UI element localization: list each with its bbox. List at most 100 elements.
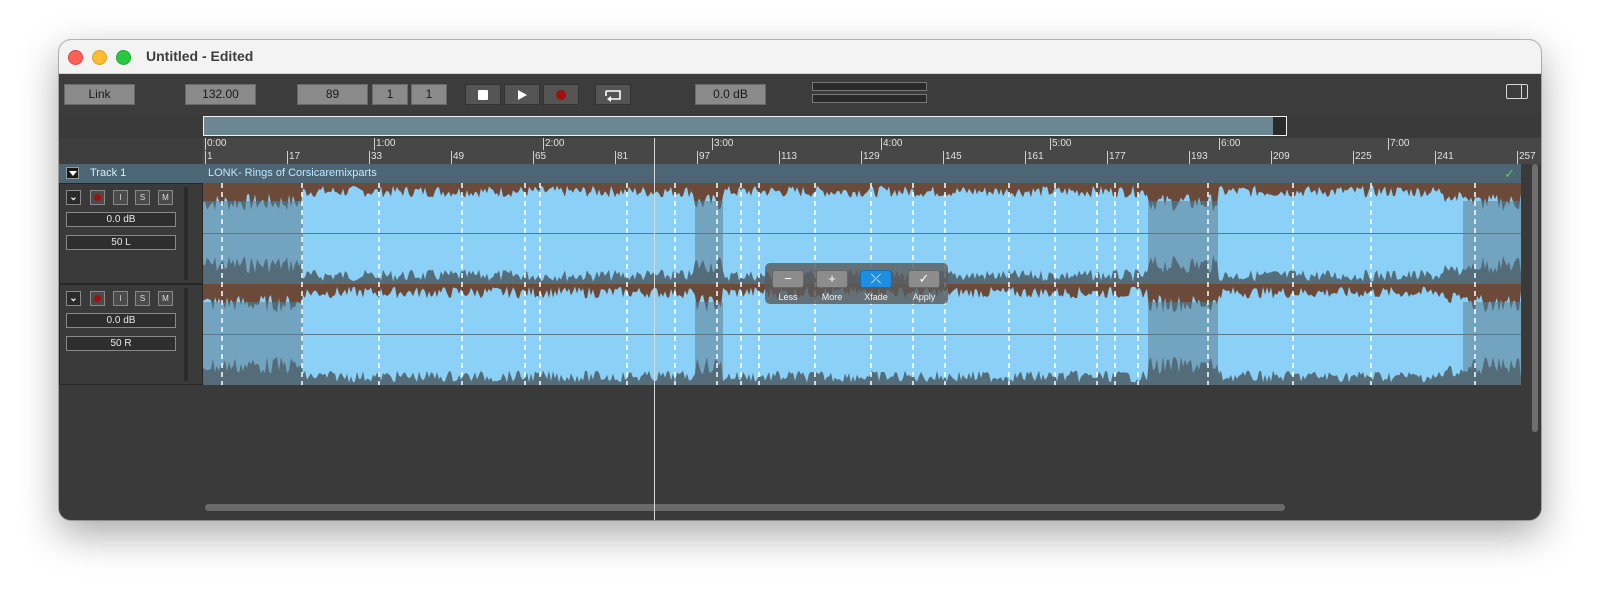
- empty-track-area: [59, 385, 1541, 520]
- input-monitor-button[interactable]: I: [113, 291, 128, 306]
- solo-button[interactable]: S: [135, 190, 150, 205]
- play-button[interactable]: [504, 84, 540, 105]
- channel-pan-field[interactable]: 50 R: [66, 336, 176, 351]
- loop-icon: [605, 90, 621, 102]
- track-name: Track 1: [90, 167, 127, 179]
- channel-strip-left: ⌄ I S M 0.0 dB 50 L: [59, 183, 203, 284]
- ruler-bar-tick: [615, 151, 616, 164]
- ruler-bar-label: 1: [207, 151, 213, 162]
- inspector-icon[interactable]: [1506, 84, 1528, 99]
- ruler-time-tick: [712, 138, 713, 150]
- ruler-time-tick: [374, 138, 375, 150]
- ruler-bar-tick: [1025, 151, 1026, 164]
- channel-menu-button[interactable]: ⌄: [66, 291, 81, 306]
- tempo-field[interactable]: 132.00: [185, 84, 256, 105]
- play-icon: [518, 90, 527, 100]
- ruler-bar-tick: [1107, 151, 1108, 164]
- ruler-bar-tick: [1435, 151, 1436, 164]
- transport-toolbar: Link 132.00 89 1 1 0.0 dB: [59, 74, 1541, 114]
- ruler-bar-tick: [1189, 151, 1190, 164]
- apply-button[interactable]: ✓: [908, 270, 940, 288]
- master-volume-field[interactable]: 0.0 dB: [695, 84, 766, 105]
- ruler-bar-tick: [451, 151, 452, 164]
- overview-visible-range[interactable]: [203, 116, 1287, 136]
- level-meter-left: [812, 82, 927, 91]
- position-bar-field[interactable]: 89: [297, 84, 368, 105]
- waveform-quiet-region: [695, 201, 723, 284]
- ruler-bar-label: 241: [1437, 151, 1454, 162]
- ruler-bar-label: 225: [1355, 151, 1372, 162]
- channel-pan-field[interactable]: 50 L: [66, 235, 176, 250]
- vertical-scrollbar[interactable]: [1532, 164, 1538, 432]
- ruler-time-tick: [1388, 138, 1389, 150]
- minus-icon: −: [784, 271, 792, 286]
- ruler-time-label: 3:00: [714, 138, 734, 149]
- timeline-ruler[interactable]: 0:00 1:00 2:00 3:00 4:00 5:00 6:00 7:00 1 17 33 49 6…: [203, 138, 1541, 164]
- channel-volume-field[interactable]: 0.0 dB: [66, 212, 176, 227]
- checkmark-icon: ✓: [918, 271, 930, 286]
- ruler-time-tick: [205, 138, 206, 150]
- track-collapse-icon[interactable]: [66, 167, 79, 179]
- maximize-window-button[interactable]: [116, 50, 131, 65]
- title-bar: Untitled - Edited: [59, 40, 1541, 74]
- ruler-spacer: [59, 138, 203, 164]
- waveform-quiet-region: [695, 302, 723, 385]
- close-window-button[interactable]: [68, 50, 83, 65]
- ruler-bar-label: 161: [1027, 151, 1044, 162]
- ruler-bar-tick: [533, 151, 534, 164]
- waveform-quiet-region: [203, 302, 303, 385]
- level-meter-right: [812, 94, 927, 103]
- mute-button[interactable]: M: [158, 190, 173, 205]
- waveform-quiet-region: [203, 201, 303, 284]
- ruler-bar-label: 145: [945, 151, 962, 162]
- less-label: Less: [778, 292, 798, 302]
- xfade-label: Xfade: [864, 292, 888, 302]
- less-button[interactable]: −: [772, 270, 804, 288]
- track-name-bar[interactable]: Track 1: [59, 164, 203, 183]
- ruler-bar-tick: [779, 151, 780, 164]
- input-monitor-button[interactable]: I: [113, 190, 128, 205]
- stop-icon: [478, 90, 488, 100]
- ruler-bar-label: 113: [781, 151, 797, 162]
- channel-volume-field[interactable]: 0.0 dB: [66, 313, 176, 328]
- ruler-time-tick: [543, 138, 544, 150]
- channel-menu-button[interactable]: ⌄: [66, 190, 81, 205]
- more-label: More: [821, 292, 843, 302]
- ruler-time-label: 2:00: [545, 138, 565, 149]
- ruler-bar-tick: [369, 151, 370, 164]
- record-arm-button[interactable]: [90, 190, 105, 205]
- ruler-time-label: 6:00: [1221, 138, 1241, 149]
- ruler-bar-label: 17: [289, 151, 301, 162]
- position-beat-field[interactable]: 1: [372, 84, 408, 105]
- ruler-bar-label: 97: [699, 151, 711, 162]
- xfade-button[interactable]: ⤫: [860, 270, 892, 288]
- record-icon: [556, 90, 566, 100]
- ruler-bar-label: 65: [535, 151, 547, 162]
- waveform-quiet-region: [1463, 201, 1521, 284]
- mute-button[interactable]: M: [158, 291, 173, 306]
- ruler-time-label: 0:00: [207, 138, 227, 149]
- record-arm-button[interactable]: [90, 291, 105, 306]
- playhead[interactable]: [654, 138, 655, 520]
- ruler-time-label: 1:00: [376, 138, 396, 149]
- minimize-window-button[interactable]: [92, 50, 107, 65]
- loop-button[interactable]: [595, 84, 631, 105]
- position-tick-field[interactable]: 1: [411, 84, 447, 105]
- channel-scrollbar[interactable]: [184, 187, 188, 280]
- ruler-bar-label: 129: [863, 151, 880, 162]
- stop-button[interactable]: [465, 84, 501, 105]
- more-button[interactable]: +: [816, 270, 848, 288]
- ruler-bar-tick: [697, 151, 698, 164]
- solo-button[interactable]: S: [135, 291, 150, 306]
- horizontal-scrollbar[interactable]: [205, 504, 1285, 511]
- record-button[interactable]: [543, 84, 579, 105]
- waveform-quiet-region: [1463, 302, 1521, 385]
- ruler-bar-label: 177: [1109, 151, 1126, 162]
- channel-strip-right: ⌄ I S M 0.0 dB 50 R: [59, 284, 203, 385]
- link-button[interactable]: Link: [64, 84, 135, 105]
- ruler-bar-tick: [287, 151, 288, 164]
- ruler-bar-label: 49: [453, 151, 465, 162]
- channel-scrollbar[interactable]: [184, 288, 188, 381]
- clip-header[interactable]: LONK- Rings of Corsicaremixparts ✓: [203, 164, 1521, 183]
- ruler-time-label: 5:00: [1052, 138, 1072, 149]
